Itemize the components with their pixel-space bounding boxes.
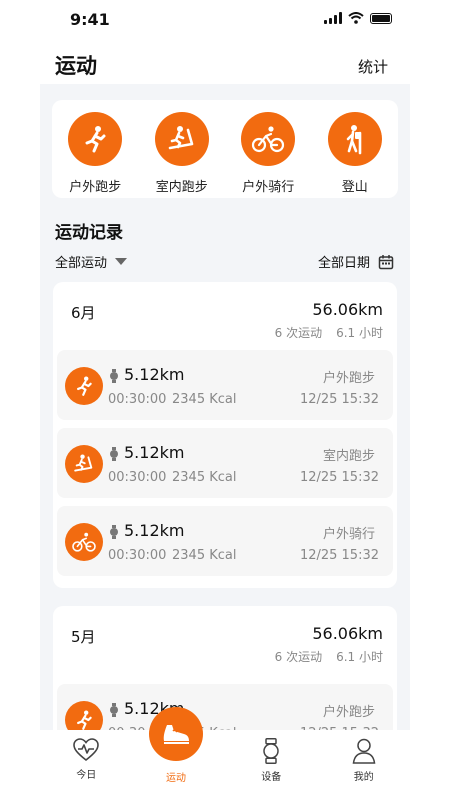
quick-start-label: 户外骑行 (242, 180, 295, 195)
sport-type-filter[interactable]: 全部运动 (55, 252, 128, 271)
watch-icon (110, 703, 118, 717)
record-calories: 2345 Kcal (172, 392, 237, 407)
record-type: 户外跑步 (322, 705, 375, 720)
quick-start-hiking[interactable]: 登山 (315, 112, 395, 198)
workout-record[interactable]: 5.12km 00:30:00 2345 Kcal 室内跑步 12/25 15:… (57, 428, 393, 498)
watch-icon (263, 738, 279, 764)
month-hours: 6.1 小时 (336, 326, 383, 340)
record-duration: 00:30:00 (108, 470, 167, 485)
tab-label: 运动 (166, 773, 186, 784)
month-summary: 6 次运动 6.1 小时 (275, 324, 383, 341)
record-duration: 00:30:00 (108, 548, 167, 563)
status-icons (324, 12, 392, 24)
month-total-distance: 56.06km (312, 300, 383, 319)
profile-icon (352, 738, 376, 764)
record-type: 户外跑步 (322, 371, 375, 386)
caret-down-icon (115, 258, 128, 265)
month-workout-count: 6 次运动 (274, 326, 323, 340)
month-workout-count: 6 次运动 (274, 650, 323, 664)
record-duration: 00:30:00 (108, 392, 167, 407)
outdoor-run-icon (68, 112, 123, 166)
month-hours: 6.1 小时 (336, 650, 383, 664)
heart-rate-icon (73, 738, 100, 762)
month-summary: 6 次运动 6.1 小时 (275, 648, 383, 665)
start-workout-button[interactable] (149, 707, 203, 761)
month-name: 6月 (71, 304, 96, 322)
month-name: 5月 (71, 628, 96, 646)
record-date: 12/25 15:32 (299, 548, 379, 563)
outdoor-run-icon (65, 367, 103, 405)
record-calories: 2345 Kcal (172, 548, 237, 563)
quick-start-outdoor-run[interactable]: 户外跑步 (55, 112, 135, 198)
month-total-distance: 56.06km (312, 624, 383, 643)
date-filter[interactable]: 全部日期 (318, 252, 394, 271)
tab-profile[interactable]: 我的 (318, 730, 411, 800)
sneaker-icon (163, 725, 189, 744)
wifi-icon (348, 12, 364, 24)
month-header: 5月 56.06km 6 次运动 6.1 小时 (53, 606, 397, 674)
hiking-icon (327, 112, 382, 166)
treadmill-icon (154, 112, 209, 166)
watch-icon (110, 447, 118, 461)
sport-type-filter-label: 全部运动 (55, 256, 108, 271)
tab-device[interactable]: 设备 (225, 730, 318, 800)
stats-button[interactable]: 统计 (358, 56, 388, 77)
quick-start-card: 户外跑步 室内跑步 户外骑行 登山 (52, 100, 398, 198)
record-calories: 2345 Kcal (172, 470, 237, 485)
cellular-signal-icon (324, 12, 342, 24)
tab-today[interactable]: 今日 (40, 730, 133, 800)
workout-record[interactable]: 5.12km 00:30:00 2345 Kcal 户外骑行 12/25 15:… (57, 506, 393, 576)
month-header: 6月 56.06km 6 次运动 6.1 小时 (53, 282, 397, 350)
quick-start-indoor-run[interactable]: 室内跑步 (142, 112, 222, 198)
record-distance: 5.12km (124, 443, 185, 462)
record-type: 室内跑步 (322, 449, 375, 464)
workout-record[interactable]: 5.12km 00:30:00 2345 Kcal 户外跑步 12/25 15:… (57, 350, 393, 420)
bottom-tab-bar: 今日 设备 我的 (40, 730, 410, 800)
records-section-title: 运动记录 (55, 223, 123, 243)
quick-start-cycling[interactable]: 户外骑行 (228, 112, 308, 198)
calendar-icon (378, 254, 394, 269)
cycling-icon (241, 112, 296, 166)
tab-label: 设备 (261, 772, 282, 783)
record-distance: 5.12km (124, 521, 185, 540)
date-filter-label: 全部日期 (317, 256, 370, 271)
record-date: 12/25 15:32 (299, 470, 379, 485)
status-time: 9:41 (70, 10, 110, 29)
record-type: 户外骑行 (322, 527, 375, 542)
record-date: 12/25 15:32 (299, 392, 379, 407)
tab-label: 今日 (76, 770, 97, 781)
quick-start-label: 室内跑步 (155, 180, 208, 195)
page-title: 运动 (55, 54, 97, 78)
treadmill-icon (65, 445, 103, 483)
tab-label: 我的 (353, 772, 374, 783)
quick-start-label: 户外跑步 (69, 180, 122, 195)
battery-icon (370, 12, 392, 24)
cycling-icon (65, 523, 103, 561)
watch-icon (110, 525, 118, 539)
record-distance: 5.12km (124, 365, 185, 384)
watch-icon (110, 369, 118, 383)
app-screen: 9:41 运动 统计 户外跑步 室内跑步 户外骑行 登山 运动记录 全部运动 全… (40, 0, 410, 800)
quick-start-label: 登山 (341, 180, 368, 195)
month-card: 6月 56.06km 6 次运动 6.1 小时 5.12km 00:30:00 2… (53, 282, 397, 588)
